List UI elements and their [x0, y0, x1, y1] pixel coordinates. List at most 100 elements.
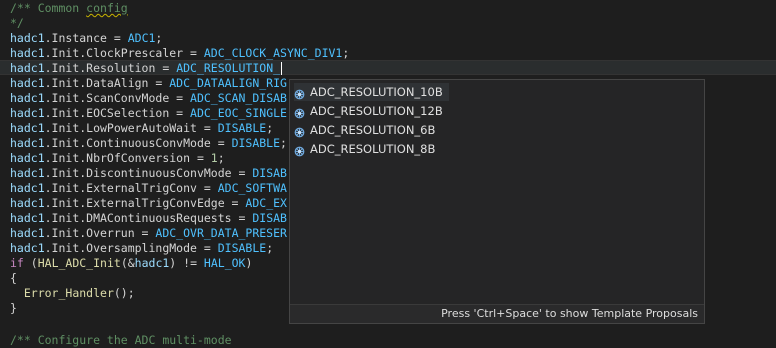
code-token: DISABLE [231, 136, 281, 150]
code-token: ) [245, 256, 253, 270]
macro-icon [294, 87, 305, 99]
code-token: hadc1 [10, 61, 45, 75]
code-token: DISAB [252, 211, 287, 225]
code-token: ADC_CLOCK_ASYNC_DIV1 [203, 46, 343, 60]
code-token: .Init.DiscontinuousConvMode = [44, 166, 253, 180]
code-token: ( [23, 256, 38, 270]
code-token: ) != [169, 256, 204, 270]
code-token: /** Configure the ADC multi-mode [10, 333, 232, 347]
code-token: .Init.LowPowerAutoWait = [44, 121, 218, 135]
code-line[interactable]: /** Configure the ADC multi-mode [10, 333, 232, 348]
code-token: DISABLE [217, 121, 267, 135]
code-line[interactable]: if (HAL_ADC_Init(&hadc1) != HAL_OK) [10, 256, 252, 271]
code-line[interactable]: hadc1.Instance = ADC1; [10, 31, 162, 46]
text-caret [281, 62, 283, 75]
autocomplete-item[interactable]: ADC_RESOLUTION_8B [294, 140, 441, 158]
code-token: */ [10, 16, 24, 30]
code-line[interactable]: hadc1.Init.DMAContinuousRequests = DISAB [10, 211, 287, 226]
code-token: .Init.ScanConvMode = [44, 91, 191, 105]
code-token: ; [266, 241, 274, 255]
autocomplete-item[interactable]: ADC_RESOLUTION_6B [294, 121, 441, 139]
code-line[interactable]: hadc1.Init.EOCSelection = ADC_EOC_SINGLE [10, 106, 287, 121]
autocomplete-item-label: ADC_RESOLUTION_10B [310, 85, 443, 99]
code-token: .Init.ClockPrescaler = [44, 46, 204, 60]
code-token: ; [217, 151, 225, 165]
autocomplete-popup[interactable]: Press 'Ctrl+Space' to show Template Prop… [289, 79, 705, 324]
code-token: hadc1 [10, 106, 45, 120]
code-token: (& [120, 256, 135, 270]
code-token: ADC_SCAN_DISAB [190, 91, 287, 105]
code-token: .Init.ExternalTrigConvEdge = [44, 196, 246, 210]
code-token: .Init.EOCSelection = [44, 106, 191, 120]
code-token: hadc1 [10, 76, 45, 90]
code-token: ADC_RESOLUTION_ [176, 61, 281, 75]
code-token: { [10, 271, 17, 285]
code-token: .Init.Resolution = [44, 61, 177, 75]
code-token: .Init.DataAlign = [44, 76, 170, 90]
code-token: (); [113, 286, 135, 300]
code-line[interactable]: } [10, 301, 17, 316]
code-token: ADC_EX [245, 196, 287, 210]
code-token: .Init.OversamplingMode = [44, 241, 218, 255]
code-token: DISAB [252, 166, 287, 180]
autocomplete-item-label: ADC_RESOLUTION_12B [310, 104, 443, 118]
code-line[interactable]: hadc1.Init.LowPowerAutoWait = DISABLE; [10, 121, 273, 136]
code-line[interactable]: */ [10, 16, 24, 31]
autocomplete-footer-hint: Press 'Ctrl+Space' to show Template Prop… [290, 304, 704, 323]
code-line[interactable]: hadc1.Init.OversamplingMode = DISABLE; [10, 241, 273, 256]
code-line[interactable]: hadc1.Init.DiscontinuousConvMode = DISAB [10, 166, 287, 181]
code-token: .Instance = [44, 31, 128, 45]
code-line[interactable]: hadc1.Init.DataAlign = ADC_DATAALIGN_RIG [10, 76, 287, 91]
code-token: Error_Handler [23, 286, 114, 300]
code-token: ; [280, 136, 287, 150]
code-token: ADC_OVR_DATA_PRESER [155, 226, 287, 240]
code-line[interactable]: hadc1.Init.ExternalTrigConvEdge = ADC_EX [10, 196, 287, 211]
code-line[interactable]: { [10, 271, 17, 286]
code-token: .Init.ExternalTrigConv = [44, 181, 218, 195]
autocomplete-item[interactable]: ADC_RESOLUTION_10B [294, 83, 449, 101]
code-token: if [10, 256, 24, 270]
code-token: ; [266, 121, 274, 135]
code-line[interactable]: hadc1.Init.ClockPrescaler = ADC_CLOCK_AS… [10, 46, 349, 61]
code-token: hadc1 [10, 226, 45, 240]
code-token: ADC_SOFTWA [217, 181, 287, 195]
code-token: hadc1 [10, 136, 45, 150]
code-token: hadc1 [134, 256, 170, 270]
autocomplete-item[interactable]: ADC_RESOLUTION_12B [294, 102, 449, 120]
code-token: 1 [210, 151, 218, 165]
code-line[interactable]: hadc1.Init.NbrOfConversion = 1; [10, 151, 225, 166]
code-token: } [10, 301, 17, 315]
code-token: .Init.ContinuousConvMode = [44, 136, 232, 150]
code-token: .Init.NbrOfConversion = [44, 151, 211, 165]
code-token: HAL_OK [203, 256, 246, 270]
code-token: hadc1 [10, 46, 45, 60]
code-token: .Init.DMAContinuousRequests = [44, 211, 253, 225]
code-token: HAL_ADC_Init [37, 256, 121, 270]
code-token: hadc1 [10, 121, 45, 135]
code-token: hadc1 [10, 151, 45, 165]
code-token: /** Common [10, 1, 87, 15]
macro-icon [294, 106, 305, 118]
code-line[interactable]: hadc1.Init.Overrun = ADC_OVR_DATA_PRESER [10, 226, 287, 241]
code-token: ; [155, 31, 163, 45]
code-token: .Init.Overrun = [44, 226, 156, 240]
code-token: ADC1 [127, 31, 156, 45]
code-line[interactable]: hadc1.Init.Resolution = ADC_RESOLUTION_ [10, 61, 283, 76]
code-token: hadc1 [10, 31, 45, 45]
macro-icon [294, 144, 305, 156]
code-token: hadc1 [10, 241, 45, 255]
code-line[interactable]: /** Common config [10, 1, 128, 16]
code-token: hadc1 [10, 211, 45, 225]
code-line[interactable]: hadc1.Init.ScanConvMode = ADC_SCAN_DISAB [10, 91, 287, 106]
autocomplete-item-label: ADC_RESOLUTION_6B [310, 123, 436, 137]
code-token: hadc1 [10, 166, 45, 180]
code-line[interactable]: hadc1.Init.ContinuousConvMode = DISABLE; [10, 136, 287, 151]
code-token: config [86, 1, 128, 15]
code-token: ADC_EOC_SINGLE [190, 106, 287, 120]
code-line[interactable]: Error_Handler(); [10, 286, 135, 301]
autocomplete-item-label: ADC_RESOLUTION_8B [310, 142, 436, 156]
code-token: DISABLE [217, 241, 267, 255]
code-line[interactable]: hadc1.Init.ExternalTrigConv = ADC_SOFTWA [10, 181, 287, 196]
code-token: hadc1 [10, 196, 45, 210]
